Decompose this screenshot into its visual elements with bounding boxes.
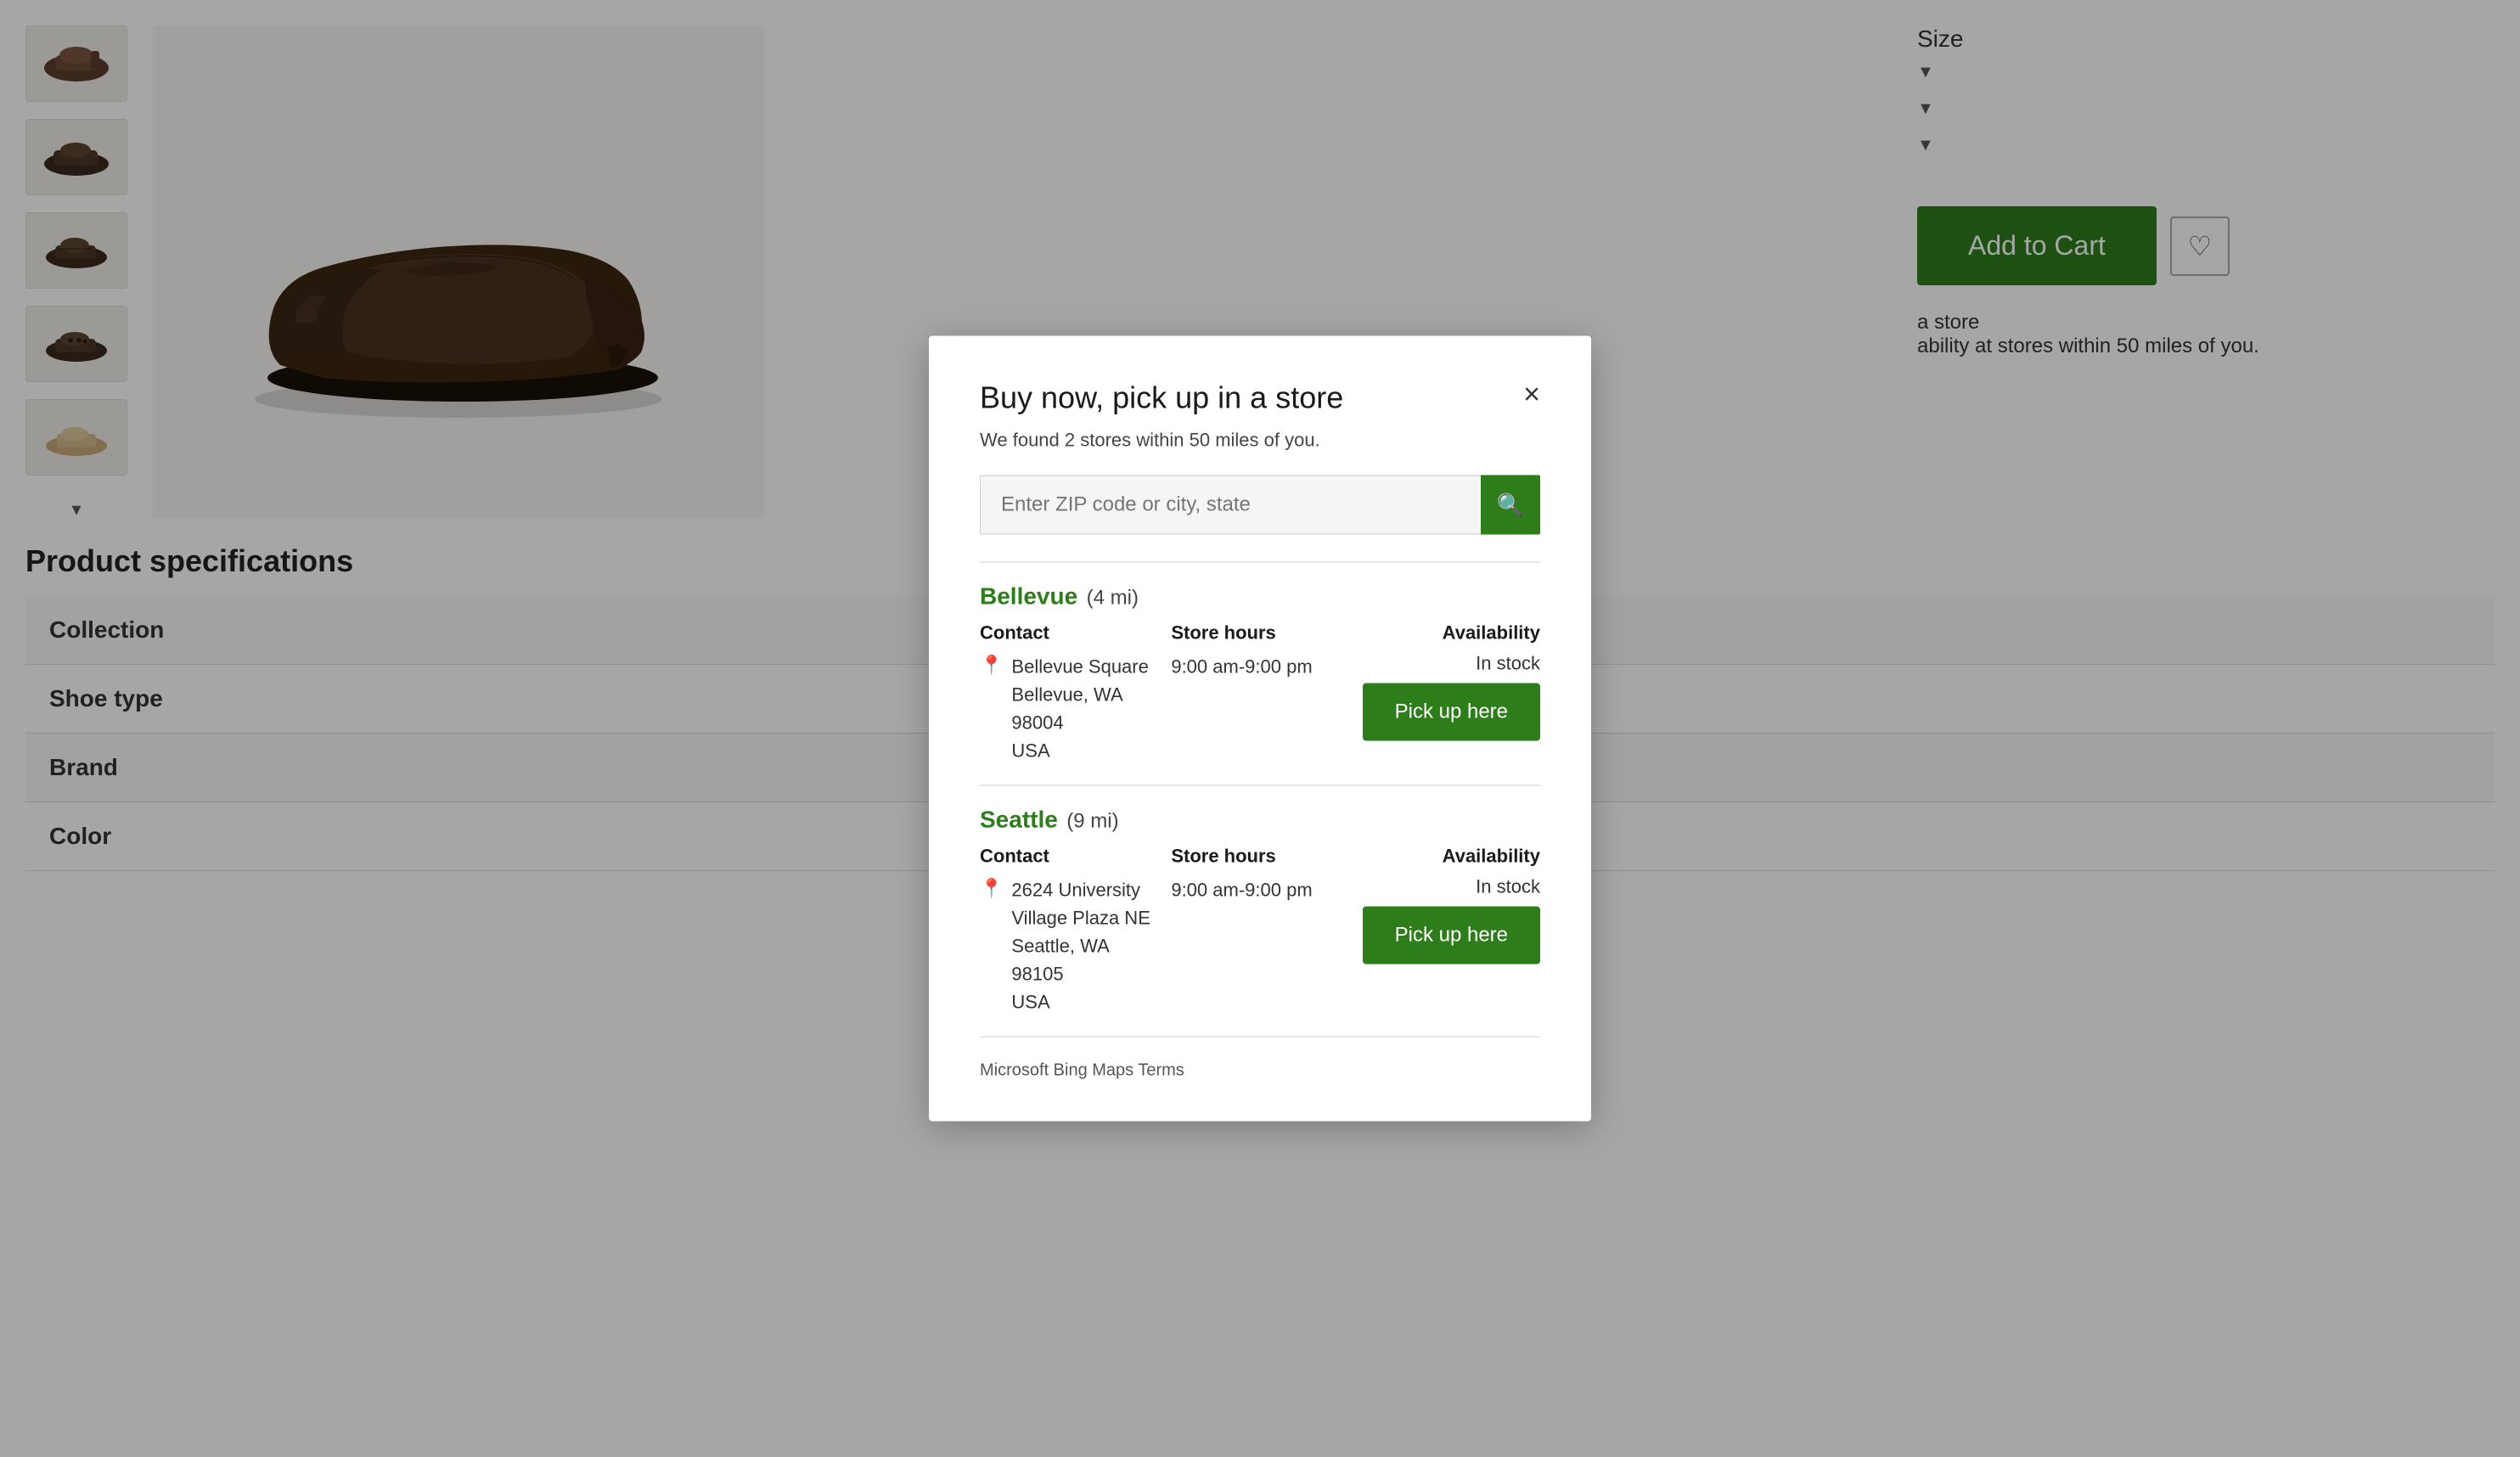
store-availability-bellevue: Availability In stock Pick up here bbox=[1363, 622, 1540, 741]
location-pin-icon-bellevue: 📍 bbox=[980, 655, 1003, 677]
store-address-bellevue: 📍 Bellevue Square Bellevue, WA 98004 USA bbox=[980, 653, 1157, 765]
divider-3 bbox=[980, 1037, 1540, 1038]
hours-header-seattle: Store hours bbox=[1171, 846, 1348, 868]
store-address-seattle: 📍 2624 University Village Plaza NE Seatt… bbox=[980, 876, 1157, 1016]
store-hours-seattle: Store hours 9:00 am-9:00 pm bbox=[1171, 846, 1348, 904]
store-distance-seattle: (9 mi) bbox=[1066, 810, 1118, 833]
maps-terms-link[interactable]: Microsoft Bing Maps Terms bbox=[980, 1061, 1184, 1080]
store-distance-bellevue: (4 mi) bbox=[1087, 587, 1139, 610]
availability-status-bellevue: In stock bbox=[1363, 653, 1540, 675]
location-search-row: 🔍 bbox=[980, 475, 1540, 535]
store-availability-seattle: Availability In stock Pick up here bbox=[1363, 846, 1540, 965]
modal-header: Buy now, pick up in a store × bbox=[980, 380, 1540, 416]
store-hours-bellevue: Store hours 9:00 am-9:00 pm bbox=[1171, 622, 1348, 681]
store-entry-bellevue: Bellevue (4 mi) Contact 📍 Bellevue Squar… bbox=[980, 583, 1540, 765]
pickup-button-bellevue[interactable]: Pick up here bbox=[1363, 683, 1540, 741]
modal-close-button[interactable]: × bbox=[1523, 380, 1540, 409]
hours-text-seattle: 9:00 am-9:00 pm bbox=[1171, 876, 1348, 904]
store-entry-seattle: Seattle (9 mi) Contact 📍 2624 University… bbox=[980, 807, 1540, 1016]
store-contact-bellevue: Contact 📍 Bellevue Square Bellevue, WA 9… bbox=[980, 622, 1157, 765]
store-name-bellevue: Bellevue bbox=[980, 583, 1077, 610]
address-text-bellevue: Bellevue Square Bellevue, WA 98004 USA bbox=[1011, 653, 1157, 765]
availability-header-bellevue: Availability bbox=[1363, 622, 1540, 644]
pickup-button-seattle[interactable]: Pick up here bbox=[1363, 907, 1540, 965]
modal-subtitle: We found 2 stores within 50 miles of you… bbox=[980, 430, 1540, 452]
store-name-row-bellevue: Bellevue (4 mi) bbox=[980, 583, 1540, 610]
hours-text-bellevue: 9:00 am-9:00 pm bbox=[1171, 653, 1348, 681]
store-contact-seattle: Contact 📍 2624 University Village Plaza … bbox=[980, 846, 1157, 1016]
store-cols-seattle: Contact 📍 2624 University Village Plaza … bbox=[980, 846, 1540, 1016]
contact-header-seattle: Contact bbox=[980, 846, 1157, 868]
address-text-seattle: 2624 University Village Plaza NE Seattle… bbox=[1011, 876, 1157, 1016]
availability-status-seattle: In stock bbox=[1363, 876, 1540, 898]
store-name-row-seattle: Seattle (9 mi) bbox=[980, 807, 1540, 834]
divider-2 bbox=[980, 785, 1540, 786]
divider-1 bbox=[980, 562, 1540, 563]
maps-terms: Microsoft Bing Maps Terms bbox=[980, 1061, 1540, 1081]
search-button[interactable]: 🔍 bbox=[1481, 475, 1540, 535]
location-pin-icon-seattle: 📍 bbox=[980, 878, 1003, 900]
contact-header-bellevue: Contact bbox=[980, 622, 1157, 644]
store-pickup-modal: Buy now, pick up in a store × We found 2… bbox=[929, 336, 1591, 1122]
availability-header-seattle: Availability bbox=[1363, 846, 1540, 868]
store-cols-bellevue: Contact 📍 Bellevue Square Bellevue, WA 9… bbox=[980, 622, 1540, 765]
zip-search-input[interactable] bbox=[980, 475, 1481, 535]
search-icon: 🔍 bbox=[1497, 492, 1524, 518]
hours-header-bellevue: Store hours bbox=[1171, 622, 1348, 644]
store-name-seattle: Seattle bbox=[980, 807, 1058, 833]
modal-title: Buy now, pick up in a store bbox=[980, 380, 1343, 416]
